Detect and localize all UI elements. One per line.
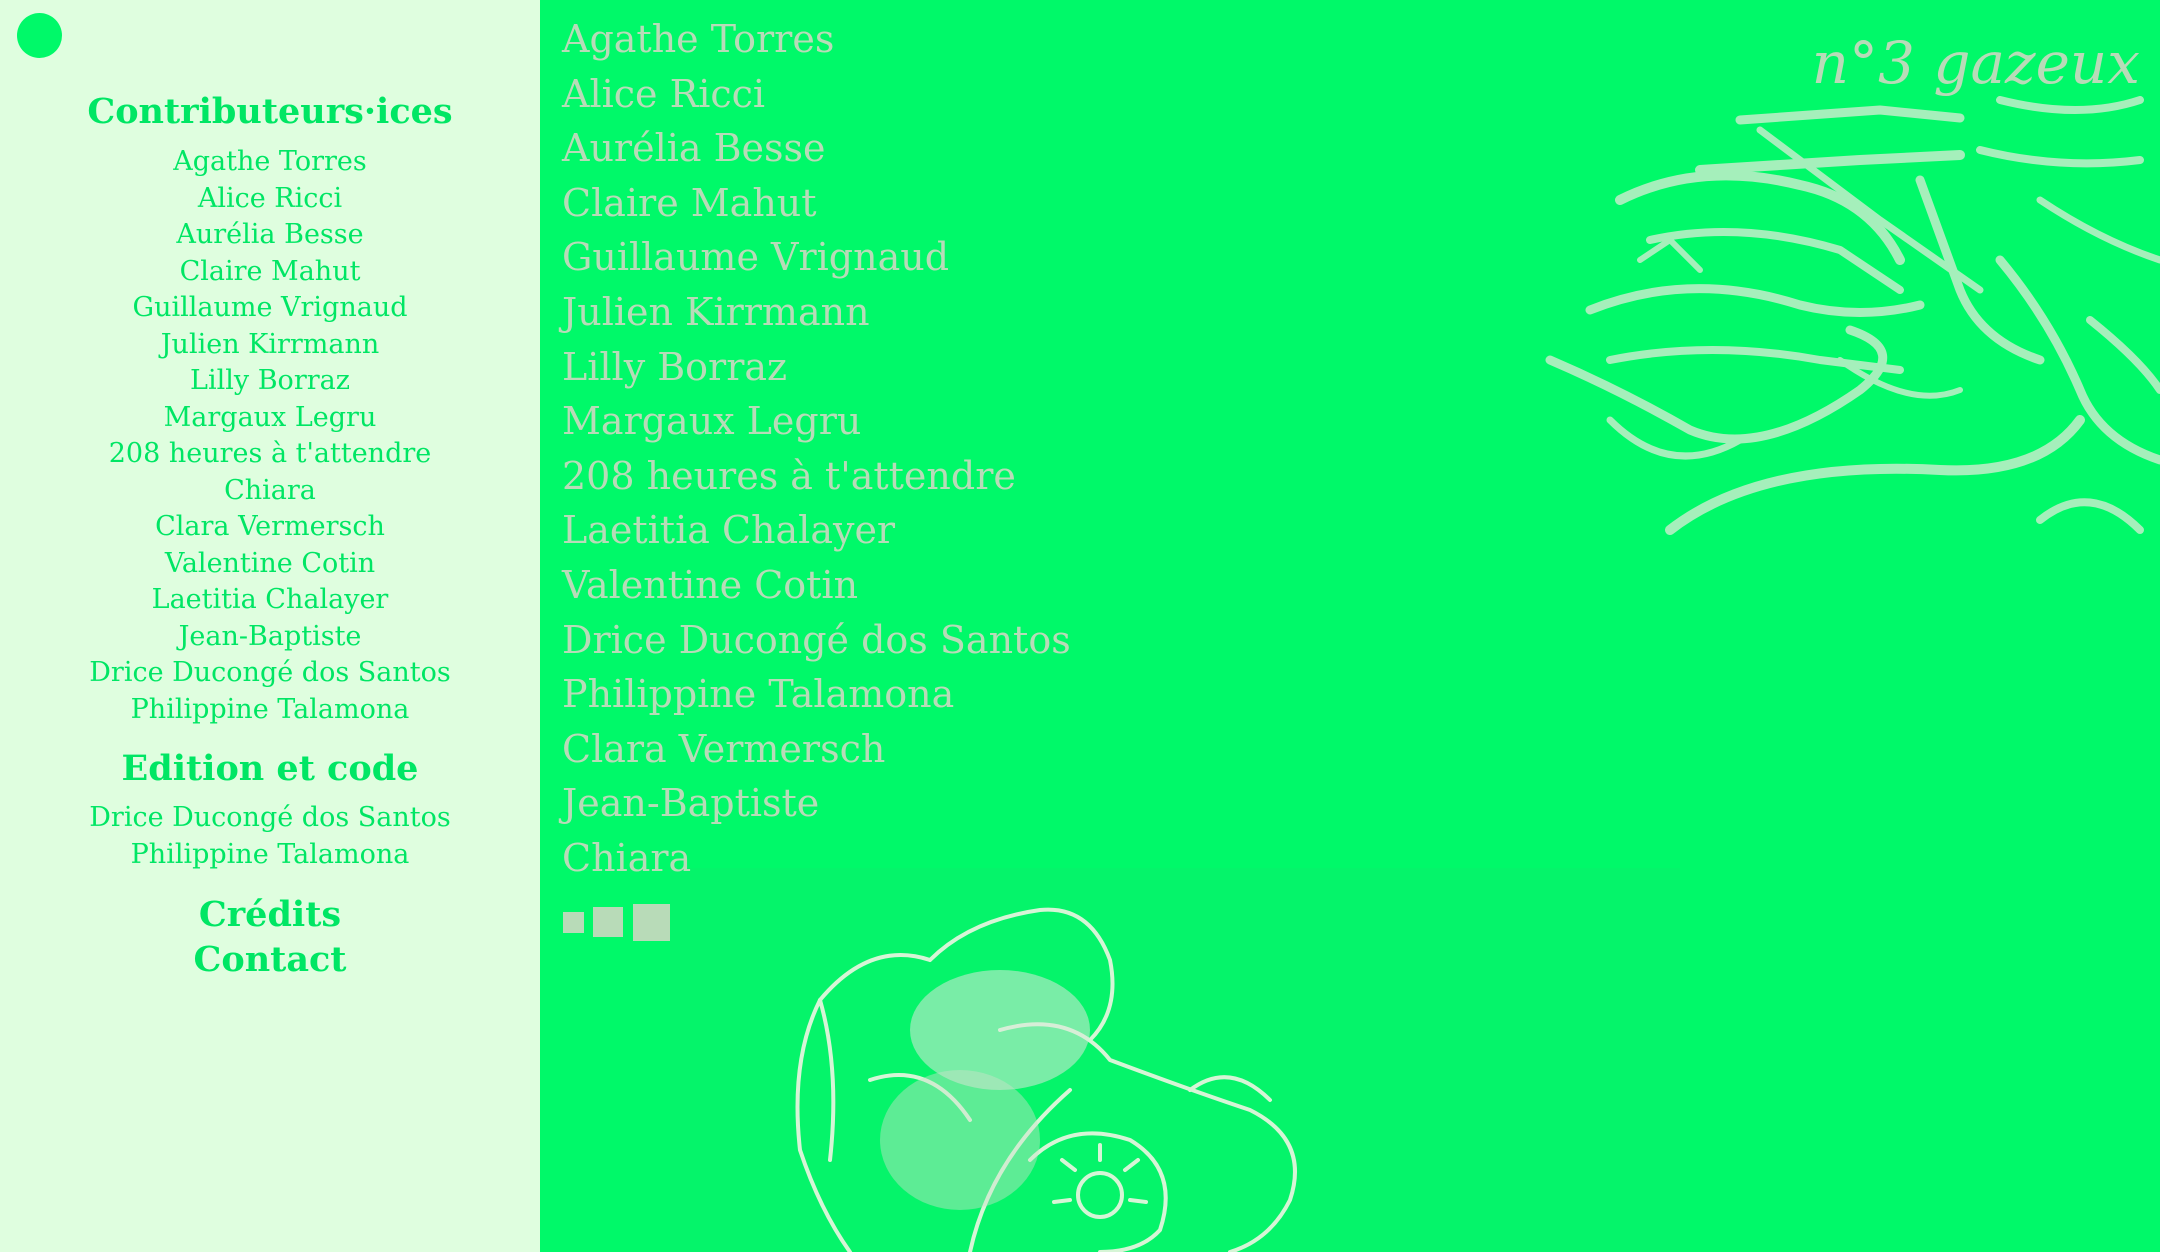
contributors-heading: Contributeurs·ices <box>87 91 453 132</box>
sidebar-contributors-list: Agathe Torres Alice Ricci Aurélia Besse … <box>0 144 540 728</box>
main-contributor-link[interactable]: Drice Ducongé dos Santos <box>562 613 1071 668</box>
main-contributor-link[interactable]: Clara Vermersch <box>562 722 1071 777</box>
main-contributor-link[interactable]: 208 heures à t'attendre <box>562 449 1071 504</box>
sidebar: Contributeurs·ices Agathe Torres Alice R… <box>0 0 540 1252</box>
main-contributor-link[interactable]: Claire Mahut <box>562 176 1071 231</box>
sidebar-contributor-link[interactable]: Philippine Talamona <box>0 692 540 729</box>
sidebar-contributor-link[interactable]: Valentine Cotin <box>0 546 540 583</box>
sidebar-contributor-link[interactable]: Clara Vermersch <box>0 509 540 546</box>
sidebar-contributor-link[interactable]: Guillaume Vrignaud <box>0 290 540 327</box>
ribbons-illustration <box>1545 96 2160 535</box>
menu-dot-icon[interactable] <box>17 13 62 58</box>
main-contributor-link[interactable]: Lilly Borraz <box>562 340 1071 395</box>
sidebar-editor-link[interactable]: Drice Ducongé dos Santos <box>0 800 540 837</box>
main-contributor-link[interactable]: Agathe Torres <box>562 12 1071 67</box>
main-contributor-link[interactable]: Guillaume Vrignaud <box>562 230 1071 285</box>
main-contributor-link[interactable]: Julien Kirrmann <box>562 285 1071 340</box>
issue-title: n°3 gazeux <box>1811 29 2140 97</box>
main-contributors-list: Agathe Torres Alice Ricci Aurélia Besse … <box>562 12 1071 886</box>
sidebar-contributor-link[interactable]: 208 heures à t'attendre <box>0 436 540 473</box>
main-contributor-link[interactable]: Philippine Talamona <box>562 667 1071 722</box>
sidebar-contributor-link[interactable]: Margaux Legru <box>0 400 540 437</box>
flower-shading <box>880 970 1090 1210</box>
main-contributor-link[interactable]: Laetitia Chalayer <box>562 503 1071 558</box>
sidebar-contributor-link[interactable]: Claire Mahut <box>0 254 540 291</box>
sidebar-editors-list: Drice Ducongé dos Santos Philippine Tala… <box>0 800 540 873</box>
sidebar-contributor-link[interactable]: Julien Kirrmann <box>0 327 540 364</box>
sidebar-editor-link[interactable]: Philippine Talamona <box>0 837 540 874</box>
sidebar-contributor-link[interactable]: Aurélia Besse <box>0 217 540 254</box>
sidebar-contributor-link[interactable]: Jean-Baptiste <box>0 619 540 656</box>
credits-link[interactable]: Crédits <box>0 892 540 938</box>
edition-heading: Edition et code <box>121 748 419 789</box>
sidebar-contributor-link[interactable]: Lilly Borraz <box>0 363 540 400</box>
text-size-small-button[interactable] <box>563 912 584 933</box>
main-contributor-link[interactable]: Aurélia Besse <box>562 121 1071 176</box>
main-contributor-link[interactable]: Margaux Legru <box>562 394 1071 449</box>
sidebar-contributor-link[interactable]: Alice Ricci <box>0 181 540 218</box>
main-contributor-link[interactable]: Jean-Baptiste <box>562 776 1071 831</box>
main-contributor-link[interactable]: Chiara <box>562 831 1071 886</box>
sidebar-contributor-link[interactable]: Laetitia Chalayer <box>0 582 540 619</box>
sidebar-contributor-link[interactable]: Drice Ducongé dos Santos <box>0 655 540 692</box>
main-area: n°3 gazeux Agathe Torres Alice Ricci Aur… <box>540 0 2160 1252</box>
sidebar-contributor-link[interactable]: Chiara <box>0 473 540 510</box>
contact-link[interactable]: Contact <box>0 937 540 983</box>
sidebar-contributor-link[interactable]: Agathe Torres <box>0 144 540 181</box>
main-contributor-link[interactable]: Alice Ricci <box>562 67 1071 122</box>
text-size-medium-button[interactable] <box>593 907 623 937</box>
text-size-large-button[interactable] <box>633 904 670 941</box>
main-contributor-link[interactable]: Valentine Cotin <box>562 558 1071 613</box>
